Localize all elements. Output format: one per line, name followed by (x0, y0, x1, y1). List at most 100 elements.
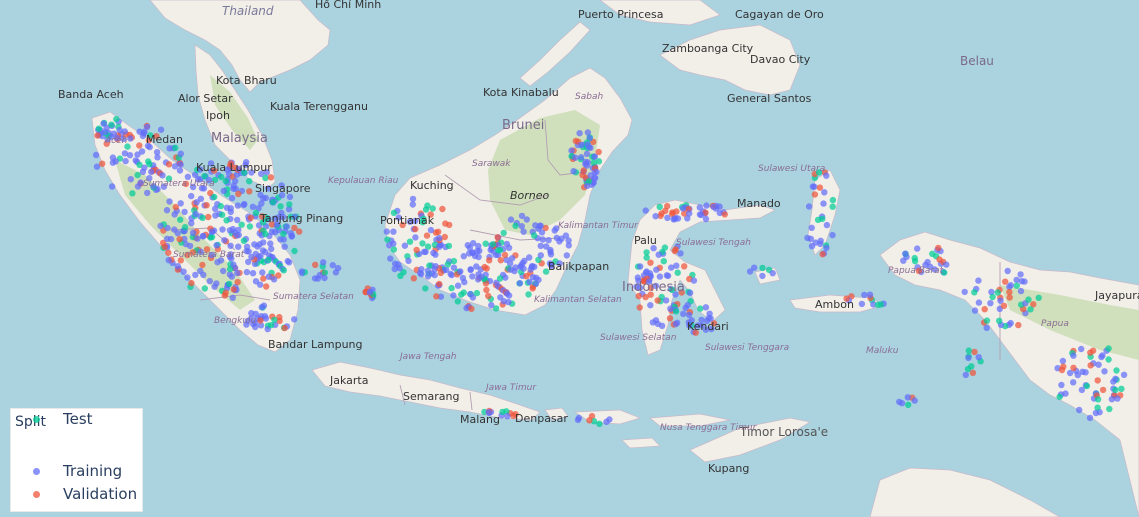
legend-item-validation[interactable]: Validation (11, 484, 144, 506)
sample-point (655, 251, 662, 258)
sample-point (808, 224, 815, 231)
sample-point (212, 212, 219, 219)
sample-point (454, 282, 462, 289)
sample-point (240, 237, 248, 244)
test-marker-icon (33, 416, 40, 423)
sample-point (436, 234, 443, 242)
sample-point (171, 226, 178, 233)
sample-point (457, 268, 464, 275)
sample-point (257, 317, 264, 324)
label-cagayan: Cagayan de Oro (735, 8, 824, 21)
sample-point (432, 251, 439, 258)
sample-point (1035, 294, 1042, 301)
sample-point (525, 291, 532, 298)
sample-point (697, 305, 704, 312)
sample-point (595, 158, 603, 165)
sample-point (1056, 393, 1063, 401)
sample-point (248, 253, 255, 261)
sample-point (247, 214, 254, 222)
legend-label-validation: Validation (63, 485, 138, 503)
sample-point (1070, 379, 1077, 386)
label-kalsel: Kalimantan Selatan (534, 295, 622, 305)
sample-point (410, 275, 417, 282)
sample-point (721, 211, 728, 218)
sample-point (1004, 267, 1011, 275)
sample-point (681, 263, 688, 270)
sample-point (653, 266, 660, 273)
sample-point (1083, 382, 1091, 390)
sample-point (1025, 296, 1032, 303)
sample-point (238, 221, 245, 228)
map-legend[interactable]: Split Training Validation Test (10, 408, 143, 512)
sample-point (161, 243, 168, 251)
sample-point (478, 273, 485, 280)
sample-point (1087, 349, 1094, 356)
sample-point (1007, 282, 1014, 289)
sample-point (281, 324, 288, 332)
sample-point (243, 268, 251, 276)
sample-point (435, 228, 442, 235)
sample-point (1018, 278, 1025, 285)
sample-point (647, 259, 654, 266)
sample-point (483, 286, 490, 294)
sample-point (983, 317, 991, 324)
sample-point (1094, 396, 1102, 403)
sample-point (436, 243, 443, 250)
sample-point (652, 317, 660, 324)
sample-point (574, 416, 582, 424)
label-jatim: Jawa Timur (484, 383, 537, 393)
sample-point (246, 223, 254, 230)
sample-point (144, 189, 151, 197)
sample-point (533, 274, 540, 281)
label-davao: Davao City (750, 53, 811, 66)
sample-point (975, 277, 982, 284)
sample-point (127, 135, 134, 142)
sample-point (486, 257, 493, 264)
sample-point (413, 246, 420, 254)
label-kuching: Kuching (410, 179, 454, 192)
sample-point (163, 207, 171, 214)
sample-point (448, 284, 455, 292)
sample-point (122, 157, 129, 165)
sample-point (481, 263, 488, 271)
sample-point (911, 258, 919, 265)
sample-point (460, 253, 467, 260)
sample-point (563, 252, 570, 259)
sample-point (184, 274, 191, 281)
legend-item-test[interactable]: Test (11, 409, 144, 431)
label-sumbar: Sumatera Barat (173, 250, 245, 260)
sample-point (583, 182, 591, 190)
sample-point (227, 205, 234, 212)
sample-point (1027, 306, 1034, 313)
sample-point (495, 247, 502, 254)
legend-item-training[interactable]: Training (11, 461, 144, 483)
sample-point (504, 413, 511, 420)
sample-point (99, 160, 106, 167)
sample-point (507, 266, 514, 273)
sample-point (395, 261, 402, 268)
sample-point (421, 248, 428, 255)
sample-point (1074, 371, 1082, 379)
sample-point (159, 172, 166, 179)
sample-point (686, 210, 693, 217)
sample-point (1094, 377, 1101, 384)
label-kupang: Kupang (708, 462, 749, 475)
sample-point (127, 176, 134, 183)
sample-point (186, 242, 194, 250)
sample-point (268, 245, 275, 253)
sample-point (1105, 356, 1112, 363)
sample-point (270, 276, 278, 283)
sample-point (584, 141, 591, 148)
legend-label-test: Test (63, 410, 93, 428)
sample-point (679, 205, 687, 212)
sample-point (256, 241, 263, 248)
sample-point (670, 216, 677, 223)
sample-point (562, 232, 570, 239)
sample-point (759, 264, 766, 272)
sample-point (656, 203, 663, 211)
sample-point (320, 259, 327, 266)
map-canvas[interactable]: Thailand Hồ Chí Minh Puerto Princesa Cag… (0, 0, 1139, 517)
label-puerto-princesa: Puerto Princesa (578, 8, 664, 21)
sample-point (406, 238, 414, 245)
label-kendari: Kendari (687, 320, 729, 333)
